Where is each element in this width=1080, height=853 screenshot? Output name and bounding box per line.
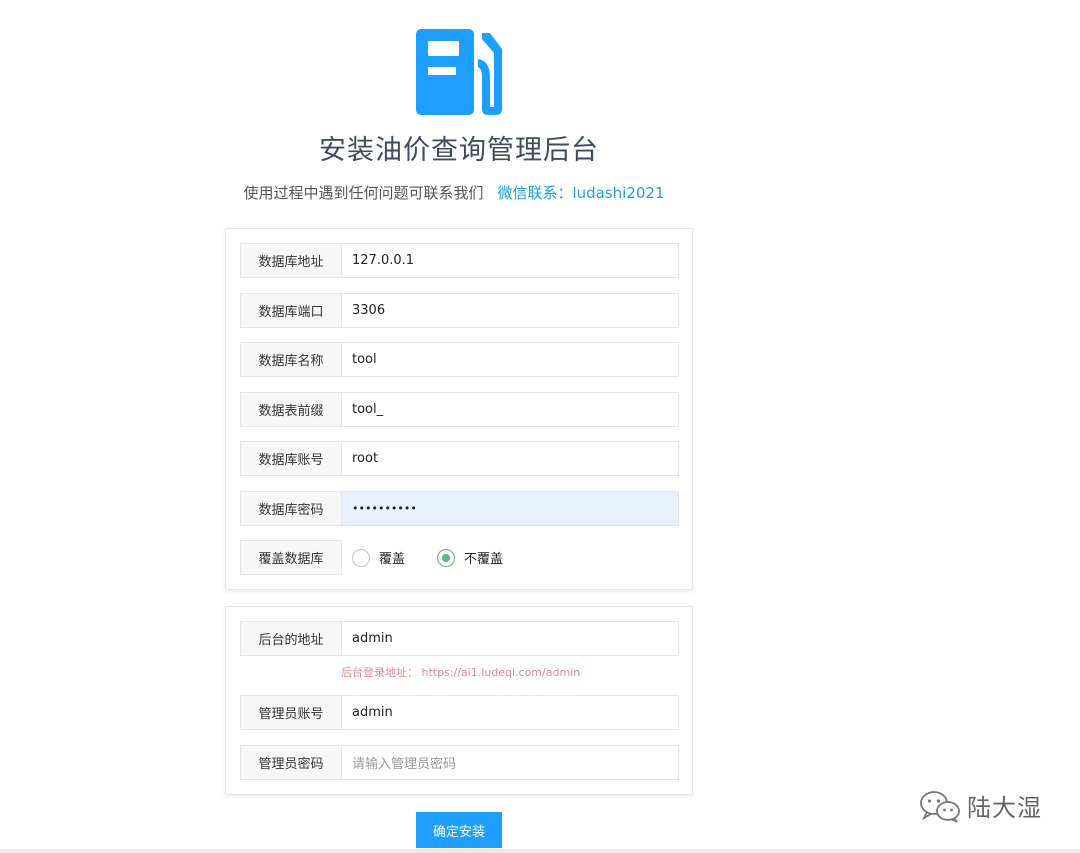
wechat-watermark: 陆大湿 bbox=[919, 788, 1042, 823]
install-page: 安装油价查询管理后台 使用过程中遇到任何问题可联系我们 微信联系：ludashi2… bbox=[0, 0, 1080, 853]
wechat-icon bbox=[920, 790, 960, 823]
backend-path-input[interactable]: admin bbox=[342, 621, 679, 656]
db-user-input[interactable]: root bbox=[342, 441, 679, 476]
db-port-row: 数据库端口 3306 bbox=[240, 293, 679, 328]
db-name-label: 数据库名称 bbox=[240, 342, 342, 377]
db-password-label: 数据库密码 bbox=[240, 491, 342, 526]
bottom-divider bbox=[0, 849, 1080, 853]
db-overwrite-label: 覆盖数据库 bbox=[240, 540, 342, 575]
db-name-input[interactable]: tool bbox=[342, 342, 679, 377]
database-settings-card: 数据库地址 127.0.0.1 数据库端口 3306 数据库名称 tool 数据… bbox=[225, 228, 693, 590]
wechat-contact-link[interactable]: 微信联系：ludashi2021 bbox=[497, 184, 664, 202]
admin-settings-card: 后台的地址 admin 后台登录地址： https://ai1.ludeqi.c… bbox=[225, 606, 693, 795]
db-overwrite-row: 覆盖数据库 覆盖 不覆盖 bbox=[240, 540, 679, 575]
overwrite-radio-yes[interactable]: 覆盖 bbox=[352, 548, 405, 567]
overwrite-no-label: 不覆盖 bbox=[464, 552, 504, 567]
fuel-pump-icon bbox=[416, 29, 502, 115]
overwrite-radio-no[interactable]: 不覆盖 bbox=[437, 548, 503, 567]
db-name-row: 数据库名称 tool bbox=[240, 342, 679, 377]
db-host-input[interactable]: 127.0.0.1 bbox=[342, 243, 679, 278]
radio-checked-icon bbox=[437, 548, 456, 567]
confirm-install-button[interactable]: 确定安装 bbox=[416, 812, 502, 848]
contact-text: 使用过程中遇到任何问题可联系我们 bbox=[243, 184, 484, 202]
overwrite-yes-label: 覆盖 bbox=[379, 552, 406, 567]
backend-path-label: 后台的地址 bbox=[240, 621, 342, 656]
watermark-text: 陆大湿 bbox=[967, 794, 1042, 822]
admin-account-label: 管理员账号 bbox=[240, 695, 342, 730]
backend-path-row: 后台的地址 admin bbox=[240, 621, 679, 656]
db-password-input[interactable]: •••••••••• bbox=[342, 491, 679, 526]
admin-password-label: 管理员密码 bbox=[240, 745, 342, 780]
contact-line: 使用过程中遇到任何问题可联系我们 微信联系：ludashi2021 bbox=[0, 182, 908, 203]
db-prefix-row: 数据表前缀 tool_ bbox=[240, 392, 679, 427]
page-title: 安装油价查询管理后台 bbox=[319, 135, 599, 166]
db-port-input[interactable]: 3306 bbox=[342, 293, 679, 328]
admin-account-input[interactable]: admin bbox=[342, 695, 679, 730]
db-prefix-label: 数据表前缀 bbox=[240, 392, 342, 427]
overwrite-radio-group: 覆盖 不覆盖 bbox=[342, 540, 679, 575]
backend-url-hint: 后台登录地址： https://ai1.ludeqi.com/admin bbox=[341, 666, 581, 679]
db-host-label: 数据库地址 bbox=[240, 243, 342, 278]
radio-unchecked-icon bbox=[352, 548, 370, 567]
db-host-row: 数据库地址 127.0.0.1 bbox=[240, 243, 679, 278]
db-port-label: 数据库端口 bbox=[240, 293, 342, 328]
admin-password-input[interactable]: 请输入管理员密码 bbox=[342, 745, 679, 780]
db-password-row: 数据库密码 •••••••••• bbox=[240, 491, 679, 526]
db-user-label: 数据库账号 bbox=[240, 441, 342, 476]
db-prefix-input[interactable]: tool_ bbox=[342, 392, 679, 427]
db-user-row: 数据库账号 root bbox=[240, 441, 679, 476]
admin-account-row: 管理员账号 admin bbox=[240, 695, 679, 730]
admin-password-row: 管理员密码 请输入管理员密码 bbox=[240, 745, 679, 780]
